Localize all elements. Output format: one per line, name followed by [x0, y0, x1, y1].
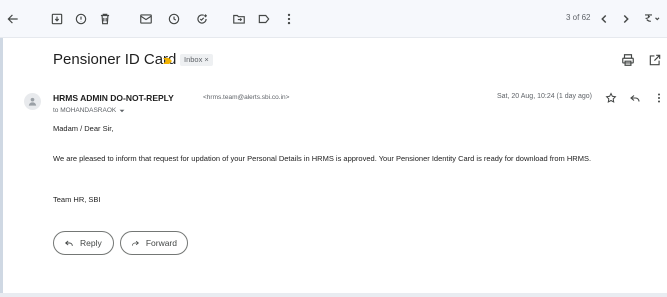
older-chevron-right-icon[interactable]	[616, 9, 636, 29]
more-options-icon[interactable]	[653, 91, 665, 103]
labels-icon[interactable]	[254, 9, 274, 29]
open-in-new-window-icon[interactable]	[648, 53, 662, 67]
snooze-icon[interactable]	[164, 9, 184, 29]
reply-button-label: Reply	[80, 238, 102, 248]
page-counter: 3 of 62	[566, 13, 591, 22]
print-icon[interactable]	[621, 53, 635, 67]
sender-name[interactable]: HRMS ADMIN DO-NOT-REPLY	[53, 93, 174, 103]
reply-button[interactable]: Reply	[53, 231, 114, 255]
email-subject: Pensioner ID Card	[53, 51, 177, 68]
recipient-line[interactable]: to MOHANDASRAOK	[53, 107, 125, 114]
recipient-text: to MOHANDASRAOK	[53, 107, 117, 114]
email-greeting: Madam / Dear Sir,	[53, 124, 114, 133]
forward-button-label: Forward	[145, 238, 177, 248]
email-signature: Team HR, SBI	[53, 195, 101, 204]
move-to-icon[interactable]	[229, 9, 249, 29]
sender-email: <hrms.team@alerts.sbi.co.in>	[203, 94, 290, 101]
inbox-label-text: Inbox	[184, 55, 203, 64]
email-body: We are pleased to inform that request fo…	[53, 154, 592, 163]
mark-unread-icon[interactable]	[136, 9, 156, 29]
sender-avatar	[24, 93, 41, 110]
inbox-label-chip[interactable]: Inbox ×	[180, 54, 213, 66]
window-left-edge	[0, 38, 3, 297]
reply-arrow-icon	[64, 240, 73, 246]
star-icon[interactable]	[605, 91, 617, 103]
delete-icon[interactable]	[95, 9, 115, 29]
forward-arrow-icon	[132, 240, 139, 246]
reply-icon[interactable]	[629, 91, 641, 103]
input-tools-icon[interactable]	[640, 9, 664, 29]
remove-label-icon[interactable]: ×	[204, 55, 208, 64]
important-marker-icon[interactable]	[163, 53, 173, 64]
newer-chevron-left-icon[interactable]	[594, 9, 614, 29]
report-spam-icon[interactable]	[71, 9, 91, 29]
more-vert-icon[interactable]	[279, 9, 299, 29]
back-arrow-icon[interactable]	[3, 9, 23, 29]
message-toolbar: 3 of 62	[0, 0, 667, 38]
add-task-icon[interactable]	[192, 9, 212, 29]
forward-button[interactable]: Forward	[120, 231, 188, 255]
email-date: Sat, 20 Aug, 10:24 (1 day ago)	[497, 93, 592, 100]
chevron-down-icon[interactable]	[119, 108, 125, 114]
window-bottom-edge	[0, 293, 667, 297]
archive-icon[interactable]	[47, 9, 67, 29]
